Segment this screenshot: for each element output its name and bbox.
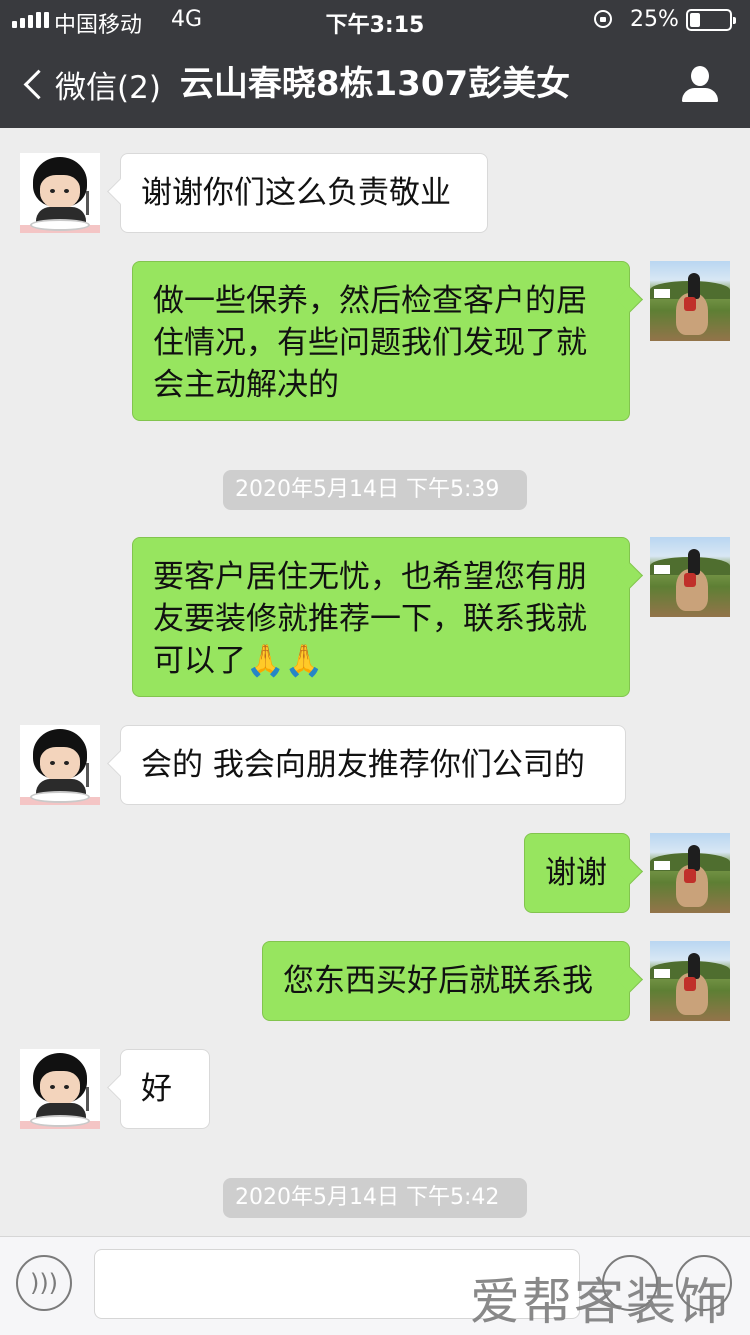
voice-icon[interactable]: )))	[16, 1255, 72, 1311]
message-bubble-outgoing[interactable]: 要客户居住无忧，也希望您有朋 友要装修就推荐一下，联系我就 可以了🙏🙏	[132, 537, 630, 697]
my-avatar[interactable]	[650, 537, 730, 617]
message-bubble-incoming[interactable]: 谢谢你们这么负责敬业	[120, 153, 488, 233]
message-text: 谢谢	[545, 855, 607, 891]
contact-avatar[interactable]	[20, 725, 100, 805]
header: 中国移动 4G 下午3:15 25% 微信(2) 云山春晓8栋1307彭美女	[0, 0, 750, 128]
message-text: 做一些保养，然后检查客户的居	[153, 283, 587, 319]
message-text: 好	[141, 1071, 172, 1107]
message-text: 谢谢你们这么负责敬业	[141, 175, 451, 211]
message-text: 住情况，有些问题我们发现了就	[153, 325, 587, 361]
message-text: 会的 我会向朋友推荐你们公司的	[141, 747, 585, 783]
my-avatar[interactable]	[650, 261, 730, 341]
contact-avatar[interactable]	[20, 153, 100, 233]
message-bubble-outgoing[interactable]: 做一些保养，然后检查客户的居 住情况，有些问题我们发现了就 会主动解决的	[132, 261, 630, 421]
my-avatar[interactable]	[650, 941, 730, 1021]
timestamp: 2020年5月14日 下午5:39	[223, 470, 527, 510]
status-bar: 中国移动 4G 下午3:15 25%	[0, 0, 750, 40]
message-bubble-incoming[interactable]: 好	[120, 1049, 210, 1129]
battery-icon	[686, 9, 736, 31]
contact-avatar[interactable]	[20, 1049, 100, 1129]
message-text: 您东西买好后就联系我	[283, 963, 593, 999]
person-icon[interactable]	[680, 66, 720, 104]
message-text: 友要装修就推荐一下，联系我就	[153, 601, 587, 637]
message-text: 可以了🙏🙏	[153, 643, 324, 679]
battery-percent: 25%	[630, 7, 679, 32]
my-avatar[interactable]	[650, 833, 730, 913]
message-text: 会主动解决的	[153, 367, 339, 403]
rotation-lock-icon	[594, 10, 612, 28]
message-bubble-incoming[interactable]: 会的 我会向朋友推荐你们公司的	[120, 725, 626, 805]
watermark: 爱帮客装饰	[470, 1273, 730, 1331]
message-bubble-outgoing[interactable]: 您东西买好后就联系我	[262, 941, 630, 1021]
chat-title: 云山春晓8栋1307彭美女	[179, 64, 571, 104]
message-text: 要客户居住无忧，也希望您有朋	[153, 559, 587, 595]
message-bubble-outgoing[interactable]: 谢谢	[524, 833, 630, 913]
timestamp: 2020年5月14日 下午5:42	[223, 1178, 527, 1218]
